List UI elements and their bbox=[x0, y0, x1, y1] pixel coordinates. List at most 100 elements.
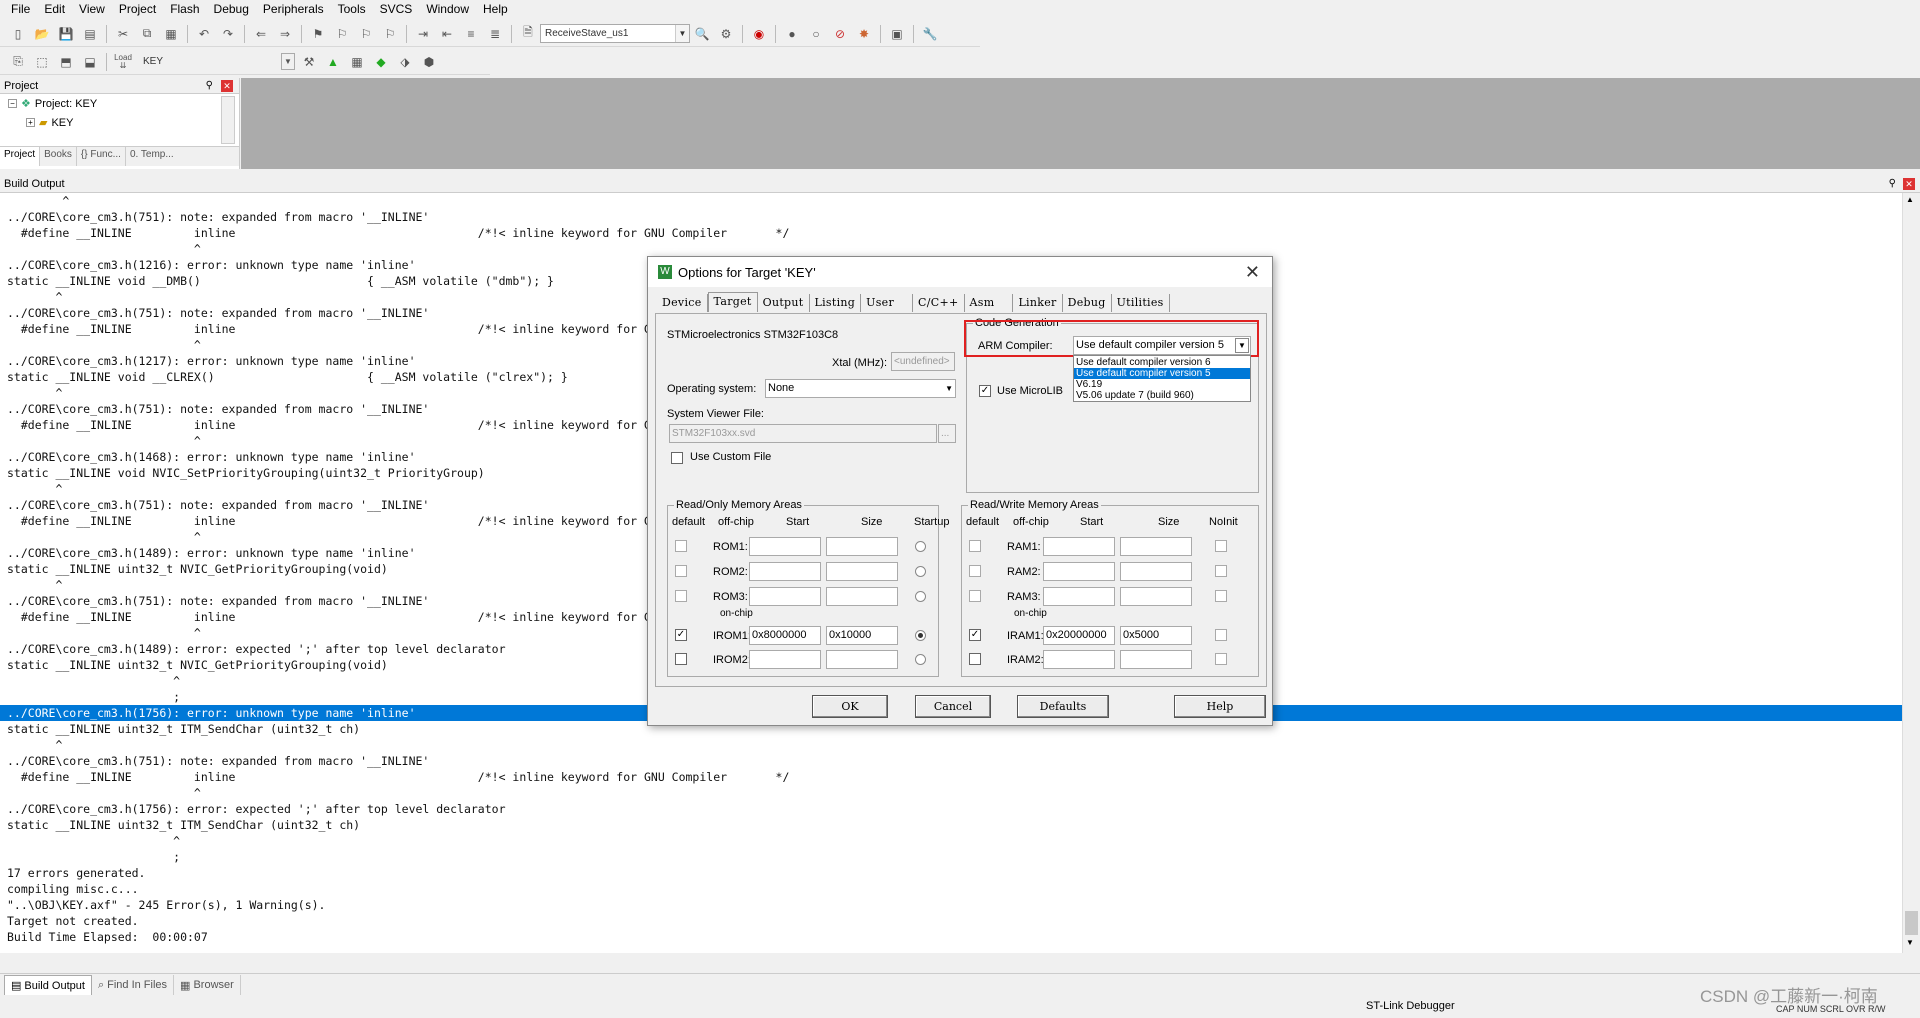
ram-default-checkbox[interactable] bbox=[969, 653, 981, 665]
tab-linker[interactable]: Linker bbox=[1013, 294, 1063, 312]
menu-project[interactable]: Project bbox=[112, 0, 163, 19]
menu-edit[interactable]: Edit bbox=[37, 0, 72, 19]
ram-noinit-checkbox[interactable] bbox=[1215, 590, 1227, 602]
rom-default-checkbox[interactable] bbox=[675, 565, 687, 577]
pin-icon[interactable]: ⚲ bbox=[1889, 175, 1896, 193]
rom-startup-radio[interactable] bbox=[915, 566, 926, 577]
target-select[interactable]: KEY bbox=[139, 52, 279, 71]
tree-item-key[interactable]: + ▰ KEY bbox=[26, 116, 73, 129]
xtal-input[interactable]: <undefined> bbox=[891, 352, 955, 371]
tab-templates[interactable]: 0. Temp... bbox=[126, 147, 178, 166]
ram-default-checkbox[interactable] bbox=[969, 590, 981, 602]
rebuild-icon[interactable]: ⬒ bbox=[56, 52, 76, 72]
incremental-find-icon[interactable]: ⚙ bbox=[716, 24, 736, 44]
menu-peripherals[interactable]: Peripherals bbox=[256, 0, 331, 19]
rom-default-checkbox[interactable]: ✓ bbox=[675, 629, 687, 641]
ram-default-checkbox[interactable] bbox=[969, 565, 981, 577]
unindent-icon[interactable]: ⇤ bbox=[437, 24, 457, 44]
ram-noinit-checkbox[interactable] bbox=[1215, 629, 1227, 641]
os-select[interactable]: None ▼ bbox=[765, 379, 956, 398]
run-time-env-icon[interactable]: ⬢ bbox=[419, 52, 439, 72]
undo-icon[interactable]: ↶ bbox=[194, 24, 214, 44]
nav-back-icon[interactable]: ⇐ bbox=[251, 24, 271, 44]
rom-size-input[interactable] bbox=[826, 650, 898, 669]
custom-file-checkbox[interactable] bbox=[671, 452, 683, 464]
open-file-icon[interactable]: 📂 bbox=[32, 24, 52, 44]
translate-icon[interactable]: ⎘ bbox=[8, 52, 28, 72]
paste-icon[interactable]: ▦ bbox=[161, 24, 181, 44]
tab-utilities[interactable]: Utilities bbox=[1112, 294, 1170, 312]
scroll-down-icon[interactable]: ▼ bbox=[1906, 938, 1914, 947]
build-icon[interactable]: ⬚ bbox=[32, 52, 52, 72]
rom-startup-radio[interactable] bbox=[915, 591, 926, 602]
output-line[interactable]: compiling misc.c... bbox=[0, 881, 1902, 897]
window-layout-icon[interactable]: ▣ bbox=[887, 24, 907, 44]
menu-tools[interactable]: Tools bbox=[331, 0, 373, 19]
tab-project[interactable]: Project bbox=[0, 147, 41, 166]
ram-start-input[interactable] bbox=[1043, 562, 1115, 581]
bookmark-icon[interactable]: ⚑ bbox=[308, 24, 328, 44]
rom-start-input[interactable]: 0x8000000 bbox=[749, 626, 821, 645]
svd-browse-button[interactable]: ... bbox=[938, 424, 956, 443]
output-line[interactable]: Target not created. bbox=[0, 913, 1902, 929]
bookmark-next-icon[interactable]: ⚐ bbox=[356, 24, 376, 44]
debug-start-icon[interactable]: ◉ bbox=[749, 24, 769, 44]
ram-start-input[interactable] bbox=[1043, 650, 1115, 669]
bookmark-prev-icon[interactable]: ⚐ bbox=[332, 24, 352, 44]
scroll-thumb[interactable] bbox=[1905, 911, 1918, 935]
breakpoint-kill-icon[interactable]: ⊘ bbox=[830, 24, 850, 44]
rom-startup-radio[interactable] bbox=[915, 630, 926, 641]
tab-target[interactable]: Target bbox=[707, 292, 758, 312]
menu-view[interactable]: View bbox=[72, 0, 112, 19]
tab-listing[interactable]: Listing bbox=[810, 294, 862, 312]
rom-default-checkbox[interactable] bbox=[675, 540, 687, 552]
tree-item-project[interactable]: − ❖ Project: KEY bbox=[8, 97, 97, 110]
ram-size-input[interactable] bbox=[1120, 587, 1192, 606]
output-line[interactable]: ^ bbox=[0, 241, 1902, 257]
new-file-icon[interactable]: ▯ bbox=[8, 24, 28, 44]
output-line[interactable]: #define __INLINE inline /*!< inline keyw… bbox=[0, 769, 1902, 785]
menu-window[interactable]: Window bbox=[419, 0, 476, 19]
copy-icon[interactable]: ⧉ bbox=[137, 24, 157, 44]
output-line[interactable]: 17 errors generated. bbox=[0, 865, 1902, 881]
rom-startup-radio[interactable] bbox=[915, 654, 926, 665]
configure-icon[interactable]: 🔧 bbox=[920, 24, 940, 44]
indent-icon[interactable]: ⇥ bbox=[413, 24, 433, 44]
output-line[interactable]: ^ bbox=[0, 193, 1902, 209]
compiler-select[interactable]: Use default compiler version 5 ▼ bbox=[1073, 336, 1251, 355]
output-line[interactable]: ../CORE\core_cm3.h(1756): error: expecte… bbox=[0, 801, 1902, 817]
bookmark-clear-icon[interactable]: ⚐ bbox=[380, 24, 400, 44]
rom-size-input[interactable] bbox=[826, 587, 898, 606]
tab-c-cpp[interactable]: C/C++ bbox=[913, 294, 965, 312]
chevron-down-icon[interactable]: ▼ bbox=[1235, 338, 1249, 353]
rom-default-checkbox[interactable] bbox=[675, 653, 687, 665]
collapse-icon[interactable]: − bbox=[8, 99, 17, 108]
comment-icon[interactable]: ≡ bbox=[461, 24, 481, 44]
output-line[interactable]: ; bbox=[0, 849, 1902, 865]
find-combo[interactable]: ReceiveStave_us1 ▼ bbox=[540, 24, 690, 43]
tab-user[interactable]: User bbox=[861, 294, 914, 312]
menu-file[interactable]: File bbox=[4, 0, 37, 19]
uncomment-icon[interactable]: ≣ bbox=[485, 24, 505, 44]
output-line[interactable]: ^ bbox=[0, 737, 1902, 753]
svd-input[interactable]: STM32F103xx.svd bbox=[669, 424, 937, 443]
rom-default-checkbox[interactable] bbox=[675, 590, 687, 602]
compiler-option-selected[interactable]: Use default compiler version 5 bbox=[1074, 368, 1250, 379]
output-line[interactable]: static __INLINE uint32_t ITM_SendChar (u… bbox=[0, 817, 1902, 833]
tab-output[interactable]: Output bbox=[758, 294, 810, 312]
cancel-button[interactable]: Cancel bbox=[915, 695, 991, 718]
close-icon[interactable]: ✕ bbox=[1245, 262, 1260, 283]
ram-size-input[interactable] bbox=[1120, 562, 1192, 581]
ram-default-checkbox[interactable] bbox=[969, 540, 981, 552]
cut-icon[interactable]: ✂ bbox=[113, 24, 133, 44]
breakpoint-disable-icon[interactable]: ○ bbox=[806, 24, 826, 44]
select-pack-icon[interactable]: ◆ bbox=[371, 52, 391, 72]
file-extensions-icon[interactable]: ▦ bbox=[347, 52, 367, 72]
output-line[interactable]: #define __INLINE inline /*!< inline keyw… bbox=[0, 225, 1902, 241]
ram-size-input[interactable] bbox=[1120, 537, 1192, 556]
expand-icon[interactable]: + bbox=[26, 118, 35, 127]
rom-start-input[interactable] bbox=[749, 587, 821, 606]
tab-asm[interactable]: Asm bbox=[965, 294, 1014, 312]
breakpoint-kill-all-icon[interactable]: ✸ bbox=[854, 24, 874, 44]
redo-icon[interactable]: ↷ bbox=[218, 24, 238, 44]
